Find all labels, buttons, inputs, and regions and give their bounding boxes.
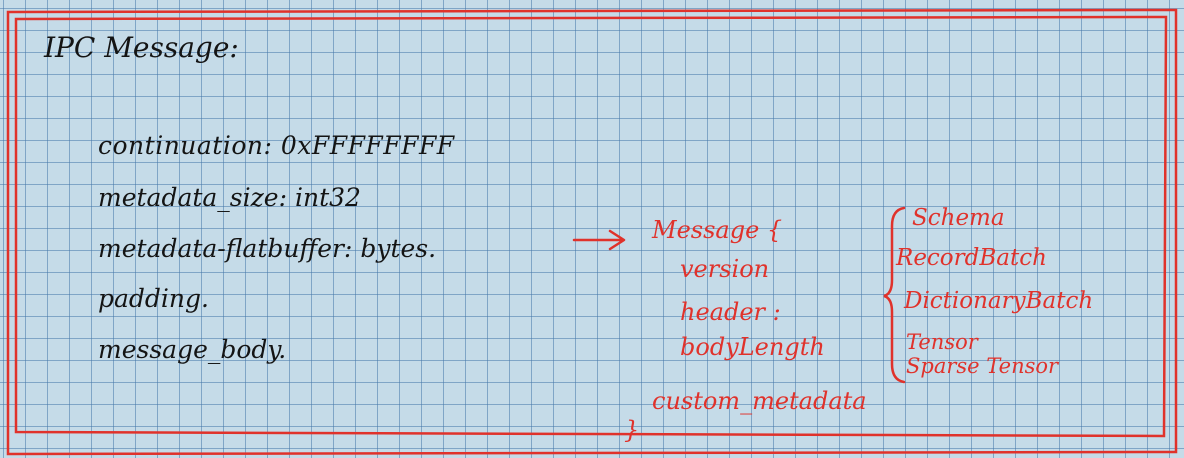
header-type-sparse-tensor: Sparse Tensor <box>906 354 1059 378</box>
arrow-right-icon <box>572 229 626 251</box>
page-title: IPC Message: <box>44 31 239 64</box>
header-type-record-batch: RecordBatch <box>896 245 1047 271</box>
header-type-tensor: Tensor <box>906 330 978 354</box>
field-continuation: continuation: 0xFFFFFFFF <box>98 131 455 160</box>
field-message-body: message_body. <box>98 335 287 364</box>
message-field-version: version <box>680 255 770 283</box>
field-metadata-flatbuffer: metadata-flatbuffer: bytes. <box>98 234 437 263</box>
field-metadata-size: metadata_size: int32 <box>98 183 361 212</box>
message-field-body-length: bodyLength <box>680 333 825 361</box>
message-struct-close: } <box>624 416 640 444</box>
message-struct-open: Message { <box>652 216 783 244</box>
header-type-dictionary-batch: DictionaryBatch <box>904 288 1094 314</box>
field-padding: padding. <box>98 284 209 313</box>
message-field-custom-metadata: custom_metadata <box>652 387 867 415</box>
header-type-schema: Schema <box>912 205 1005 231</box>
message-field-header: header : <box>680 298 781 326</box>
